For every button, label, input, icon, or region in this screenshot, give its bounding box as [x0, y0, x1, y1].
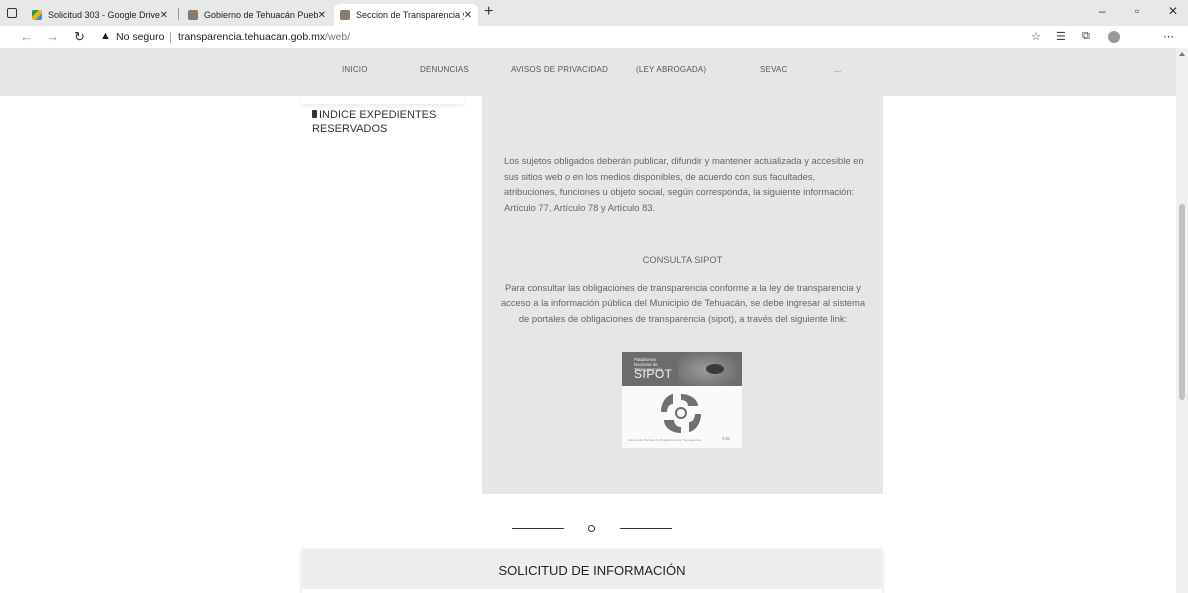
sidebar-link-label: INDICE EXPEDIENTES RESERVADOS [312, 109, 437, 135]
url-host: transparencia.tehuacan.gob.mx [178, 31, 326, 43]
sidebar-link-indice-expedientes[interactable]: INDICE EXPEDIENTES RESERVADOS [312, 108, 462, 136]
eye-image [706, 364, 724, 374]
solicitud-body [302, 589, 882, 593]
collections-icon[interactable]: ⧉ [1082, 30, 1090, 43]
nav-item-denuncias[interactable]: DENUNCIAS [420, 65, 469, 74]
solicitud-title: SOLICITUD DE INFORMACIÓN [498, 563, 686, 578]
divider-line-right [620, 528, 672, 529]
not-secure-label[interactable]: No seguro [116, 31, 164, 43]
sipot-footer-text: Sistema de Portales de Obligaciones de T… [628, 438, 702, 442]
more-options-icon[interactable]: ⋯ [1163, 30, 1174, 43]
site-favicon-icon [340, 10, 350, 20]
close-icon[interactable]: ✕ [160, 10, 168, 21]
address-separator [170, 32, 171, 43]
tab-seccion-transparencia[interactable]: Seccion de Transparencia y Cons ✕ [334, 4, 478, 26]
profile-avatar[interactable] [1108, 31, 1120, 43]
minimize-button[interactable]: – [1099, 4, 1106, 18]
url-path: /web/ [325, 31, 351, 43]
maximize-button[interactable]: ▫ [1135, 4, 1139, 18]
tab-title: Solicitud 303 - Google Drive [48, 10, 160, 20]
page-viewport: INICIO DENUNCIAS AVISOS DE PRIVACIDAD (L… [0, 48, 1176, 593]
vertical-scrollbar[interactable] [1176, 48, 1188, 593]
forward-icon[interactable]: → [46, 29, 59, 44]
intro-paragraph: Los sujetos obligados deberán publicar, … [504, 155, 864, 213]
site-favicon-icon [188, 10, 198, 20]
close-window-button[interactable]: ✕ [1168, 4, 1178, 18]
sipot-logo-link[interactable]: Plataforma Nacional de Transparencia SIP… [622, 352, 742, 448]
divider-ring-icon [588, 525, 595, 532]
new-tab-button[interactable]: + [484, 3, 493, 21]
tab-actions-icon[interactable] [4, 5, 20, 21]
warning-icon[interactable]: ▲ [100, 30, 111, 42]
section-divider [512, 524, 672, 534]
sipot-heading: CONSULTA SIPOT [642, 254, 723, 265]
inai-logo-text: inai [722, 436, 730, 442]
tab-title: Gobierno de Tehuacán Puebla, 2 [204, 10, 318, 20]
nav-item-avisos-privacidad[interactable]: AVISOS DE PRIVACIDAD [511, 65, 608, 74]
favorites-icon[interactable]: ☰ [1056, 30, 1066, 43]
nav-item-inicio[interactable]: INICIO [342, 65, 368, 74]
close-icon[interactable]: ✕ [464, 10, 472, 21]
close-icon[interactable]: ✕ [318, 10, 326, 21]
nav-item-ley-abrogada[interactable]: (LEY ABROGADA) [636, 65, 706, 74]
reload-icon[interactable]: ↻ [74, 29, 85, 45]
sipot-brand: SIPOT [634, 367, 673, 381]
solicitud-card: SOLICITUD DE INFORMACIÓN [302, 549, 882, 593]
tab-google-drive[interactable]: Solicitud 303 - Google Drive ✕ [26, 4, 174, 26]
back-icon[interactable]: ← [20, 29, 33, 44]
sipot-swirl-icon [661, 394, 701, 433]
nav-item-sevac[interactable]: SEVAC [760, 65, 788, 74]
tab-separator [178, 8, 179, 20]
site-navbar: INICIO DENUNCIAS AVISOS DE PRIVACIDAD (L… [0, 48, 1176, 96]
scroll-thumb[interactable] [1179, 204, 1185, 400]
document-icon [312, 110, 317, 118]
url-field[interactable]: transparencia.tehuacan.gob.mx/web/ [178, 31, 350, 43]
address-bar: ← → ↻ ▲ No seguro transparencia.tehuacan… [0, 26, 1188, 48]
sidebar-card [300, 96, 464, 104]
divider-line-left [512, 528, 564, 529]
scroll-up-icon[interactable] [1179, 52, 1185, 56]
browser-tab-bar: Solicitud 303 - Google Drive ✕ Gobierno … [0, 0, 1188, 26]
add-favorite-icon[interactable]: ☆ [1031, 30, 1041, 43]
nav-item-more[interactable]: ... [834, 65, 841, 74]
tab-title: Seccion de Transparencia y Cons [356, 10, 464, 20]
sipot-paragraph: Para consultar las obligaciones de trans… [500, 282, 866, 324]
google-drive-icon [32, 10, 42, 20]
tab-gobierno-tehuacan[interactable]: Gobierno de Tehuacán Puebla, 2 ✕ [182, 4, 332, 26]
sipot-banner: Plataforma Nacional de Transparencia SIP… [622, 352, 742, 386]
